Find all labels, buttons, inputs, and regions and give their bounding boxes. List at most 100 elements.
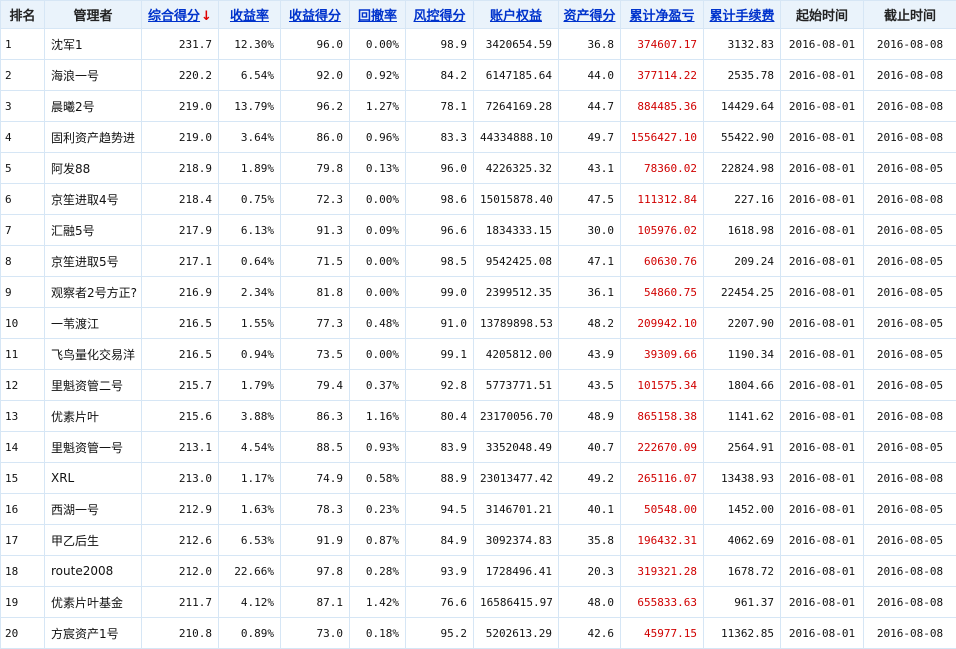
cell-start: 2016-08-01 <box>781 618 864 649</box>
cell-equity: 1834333.15 <box>474 215 559 246</box>
sort-fees[interactable]: 累计手续费 <box>704 1 781 29</box>
cell-fees: 1190.34 <box>704 339 781 370</box>
sort-return-score[interactable]: 收益得分 <box>281 1 350 29</box>
sort-drawdown-label[interactable]: 回撤率 <box>358 9 397 24</box>
cell-rank: 5 <box>1 153 45 184</box>
cell-rank: 13 <box>1 401 45 432</box>
cell-return-rate: 1.63% <box>219 494 281 525</box>
cell-end: 2016-08-08 <box>864 618 956 649</box>
cell-return-score: 96.2 <box>281 91 350 122</box>
sort-equity-label[interactable]: 账户权益 <box>490 9 542 24</box>
cell-net-profit: 1556427.10 <box>621 122 704 153</box>
cell-equity: 15015878.40 <box>474 184 559 215</box>
cell-asset-score: 48.2 <box>559 308 621 339</box>
sort-net-profit-label[interactable]: 累计净盈亏 <box>629 9 694 24</box>
cell-return-score: 97.8 <box>281 556 350 587</box>
sort-return-score-label[interactable]: 收益得分 <box>289 9 341 24</box>
cell-risk-score: 95.2 <box>406 618 474 649</box>
cell-manager: 观察者2号方正? <box>45 277 142 308</box>
cell-start: 2016-08-01 <box>781 339 864 370</box>
cell-risk-score: 84.2 <box>406 60 474 91</box>
cell-asset-score: 40.7 <box>559 432 621 463</box>
cell-start: 2016-08-01 <box>781 525 864 556</box>
cell-asset-score: 36.8 <box>559 29 621 60</box>
cell-manager: 固利资产趋势进 <box>45 122 142 153</box>
sort-composite-score[interactable]: 综合得分↓ <box>142 1 219 29</box>
sort-net-profit[interactable]: 累计净盈亏 <box>621 1 704 29</box>
cell-return-rate: 2.34% <box>219 277 281 308</box>
sort-asset-score-label[interactable]: 资产得分 <box>563 9 615 24</box>
cell-asset-score: 48.9 <box>559 401 621 432</box>
sort-desc-arrow-icon: ↓ <box>201 9 212 24</box>
sort-risk-score[interactable]: 风控得分 <box>406 1 474 29</box>
cell-asset-score: 44.7 <box>559 91 621 122</box>
cell-risk-score: 98.6 <box>406 184 474 215</box>
cell-end: 2016-08-08 <box>864 401 956 432</box>
cell-return-rate: 4.54% <box>219 432 281 463</box>
cell-start: 2016-08-01 <box>781 401 864 432</box>
cell-risk-score: 99.1 <box>406 339 474 370</box>
cell-equity: 13789898.53 <box>474 308 559 339</box>
cell-asset-score: 30.0 <box>559 215 621 246</box>
cell-equity: 2399512.35 <box>474 277 559 308</box>
cell-fees: 11362.85 <box>704 618 781 649</box>
header-manager: 管理者 <box>45 1 142 29</box>
cell-return-score: 92.0 <box>281 60 350 91</box>
sort-drawdown[interactable]: 回撤率 <box>350 1 406 29</box>
cell-equity: 3146701.21 <box>474 494 559 525</box>
cell-start: 2016-08-01 <box>781 432 864 463</box>
cell-risk-score: 94.5 <box>406 494 474 525</box>
cell-return-rate: 1.89% <box>219 153 281 184</box>
cell-composite: 220.2 <box>142 60 219 91</box>
cell-start: 2016-08-01 <box>781 494 864 525</box>
cell-equity: 9542425.08 <box>474 246 559 277</box>
cell-start: 2016-08-01 <box>781 370 864 401</box>
cell-risk-score: 76.6 <box>406 587 474 618</box>
sort-asset-score[interactable]: 资产得分 <box>559 1 621 29</box>
cell-return-rate: 1.79% <box>219 370 281 401</box>
cell-return-rate: 6.13% <box>219 215 281 246</box>
cell-drawdown: 0.93% <box>350 432 406 463</box>
sort-risk-score-label[interactable]: 风控得分 <box>413 9 465 24</box>
sort-return-rate[interactable]: 收益率 <box>219 1 281 29</box>
cell-start: 2016-08-01 <box>781 587 864 618</box>
cell-manager: 方宸资产1号 <box>45 618 142 649</box>
cell-fees: 209.24 <box>704 246 781 277</box>
table-row: 5阿发88218.91.89%79.80.13%96.04226325.3243… <box>1 153 956 184</box>
cell-rank: 19 <box>1 587 45 618</box>
cell-composite: 215.7 <box>142 370 219 401</box>
sort-composite-score-label[interactable]: 综合得分 <box>148 9 200 24</box>
cell-drawdown: 0.00% <box>350 246 406 277</box>
cell-equity: 1728496.41 <box>474 556 559 587</box>
cell-rank: 8 <box>1 246 45 277</box>
cell-start: 2016-08-01 <box>781 184 864 215</box>
sort-equity[interactable]: 账户权益 <box>474 1 559 29</box>
cell-fees: 1618.98 <box>704 215 781 246</box>
cell-end: 2016-08-05 <box>864 277 956 308</box>
cell-composite: 219.0 <box>142 122 219 153</box>
cell-return-rate: 0.89% <box>219 618 281 649</box>
cell-manager: 汇融5号 <box>45 215 142 246</box>
cell-composite: 213.0 <box>142 463 219 494</box>
cell-net-profit: 45977.15 <box>621 618 704 649</box>
cell-drawdown: 0.58% <box>350 463 406 494</box>
cell-manager: 一苇渡江 <box>45 308 142 339</box>
cell-start: 2016-08-01 <box>781 463 864 494</box>
cell-return-score: 86.0 <box>281 122 350 153</box>
table-row: 12里魁资管二号215.71.79%79.40.37%92.85773771.5… <box>1 370 956 401</box>
cell-equity: 6147185.64 <box>474 60 559 91</box>
cell-equity: 3092374.83 <box>474 525 559 556</box>
cell-end: 2016-08-05 <box>864 215 956 246</box>
cell-equity: 3420654.59 <box>474 29 559 60</box>
cell-equity: 44334888.10 <box>474 122 559 153</box>
cell-fees: 1678.72 <box>704 556 781 587</box>
cell-rank: 10 <box>1 308 45 339</box>
cell-rank: 1 <box>1 29 45 60</box>
cell-net-profit: 196432.31 <box>621 525 704 556</box>
table-row: 13优素片叶215.63.88%86.31.16%80.423170056.70… <box>1 401 956 432</box>
sort-fees-label[interactable]: 累计手续费 <box>709 9 774 24</box>
cell-net-profit: 865158.38 <box>621 401 704 432</box>
cell-start: 2016-08-01 <box>781 153 864 184</box>
table-row: 7汇融5号217.96.13%91.30.09%96.61834333.1530… <box>1 215 956 246</box>
sort-return-rate-label[interactable]: 收益率 <box>230 9 269 24</box>
